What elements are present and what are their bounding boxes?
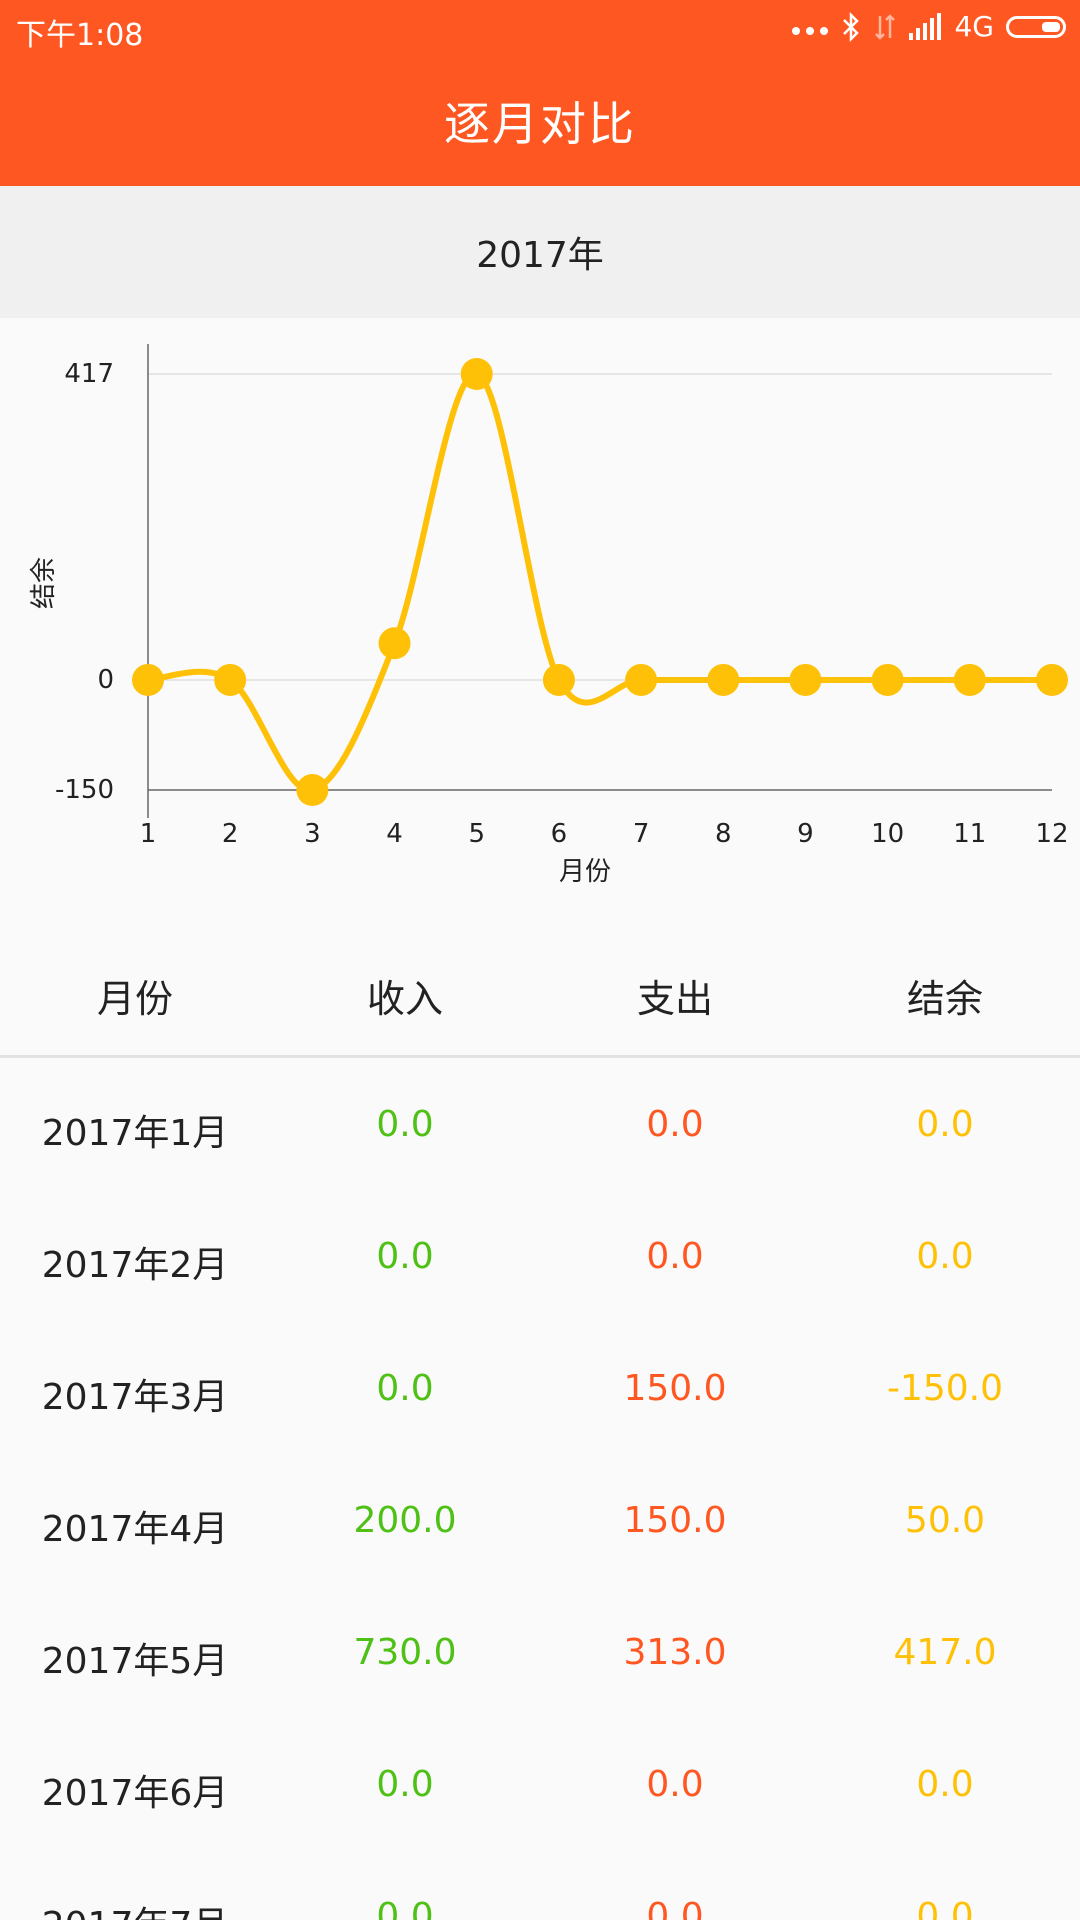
x-axis-title: 月份 [559, 857, 611, 887]
page-title: 逐月对比 [444, 97, 636, 151]
table-header: 月份 收入 支出 结余 [0, 930, 1080, 1058]
data-point [789, 663, 822, 696]
status-time: 下午1:08 [16, 18, 144, 53]
balance-cell: 0.0 [916, 1764, 974, 1805]
income-cell: 0.0 [376, 1236, 434, 1277]
x-tick-label: 11 [953, 819, 986, 849]
expense-cell: 0.0 [646, 1896, 704, 1920]
balance-cell: 50.0 [904, 1500, 986, 1541]
data-point [542, 663, 575, 696]
y-tick-label: 417 [64, 359, 114, 389]
balance-cell: 417.0 [893, 1632, 997, 1673]
data-point [707, 663, 740, 696]
x-tick-label: 7 [633, 819, 650, 849]
income-cell: 0.0 [376, 1368, 434, 1409]
table-row[interactable]: 2017年6月 0.0 0.0 0.0 [0, 1720, 1080, 1852]
expense-cell: 0.0 [646, 1104, 704, 1145]
header-balance: 结余 [906, 977, 983, 1021]
series-line [147, 371, 1052, 794]
table-row[interactable]: 2017年2月 0.0 0.0 0.0 [0, 1192, 1080, 1324]
x-tick-label: 3 [304, 819, 321, 849]
balance-cell: 0.0 [916, 1896, 974, 1920]
x-tick-label: 6 [551, 819, 568, 849]
year-label: 2017年 [476, 235, 604, 276]
x-tick-label: 2 [222, 819, 239, 849]
x-tick-label: 4 [386, 819, 403, 849]
month-cell: 2017年5月 [41, 1641, 229, 1682]
x-tick-label: 8 [715, 819, 732, 849]
status-icons: 4G [792, 10, 1066, 43]
month-cell: 2017年6月 [41, 1773, 229, 1814]
table-row[interactable]: 2017年1月 0.0 0.0 0.0 [0, 1060, 1080, 1192]
month-table[interactable]: 2017年1月 0.0 0.0 0.0 2017年2月 0.0 0.0 0.0 2017年3月 0… [0, 1060, 1080, 1920]
table-row[interactable]: 2017年7月 0.0 0.0 0.0 [0, 1852, 1080, 1920]
signal-icon [909, 12, 942, 40]
data-point [625, 663, 658, 696]
data-point [132, 663, 164, 696]
data-point [871, 663, 904, 696]
data-point [296, 774, 329, 806]
balance-cell: -150.0 [886, 1368, 1004, 1409]
income-cell: 0.0 [376, 1764, 434, 1805]
data-point [1036, 663, 1068, 696]
header-expense: 支出 [636, 977, 713, 1021]
income-cell: 730.0 [353, 1632, 457, 1673]
table-row[interactable]: 2017年4月 200.0 150.0 50.0 [0, 1456, 1080, 1588]
balance-cell: 0.0 [916, 1236, 974, 1277]
table-row[interactable]: 2017年5月 730.0 313.0 417.0 [0, 1588, 1080, 1720]
data-point [214, 663, 247, 696]
income-cell: 0.0 [376, 1896, 434, 1920]
battery-icon [1006, 15, 1066, 38]
x-tick-label: 12 [1035, 819, 1068, 849]
month-cell: 2017年2月 [41, 1245, 229, 1286]
app-bar: 逐月对比 [0, 56, 1080, 186]
data-point [460, 358, 493, 390]
x-tick-label: 9 [797, 819, 814, 849]
month-cell: 2017年7月 [0, 1896, 270, 1920]
data-arrows-icon [875, 13, 896, 40]
expense-cell: 313.0 [623, 1632, 727, 1673]
header-month: 月份 [96, 977, 173, 1021]
x-tick-label: 5 [468, 819, 485, 849]
income-cell: 0.0 [376, 1104, 434, 1145]
chart-svg: 4170-1501 2 3 4 5 6 7 8 9 10 11 12月份结余 [29, 344, 1069, 887]
data-point [953, 663, 986, 696]
income-cell: 200.0 [353, 1500, 457, 1541]
y-tick-label: -150 [55, 775, 114, 805]
header-income: 收入 [366, 977, 443, 1021]
y-tick-label: 0 [97, 665, 114, 695]
y-axis-title: 结余 [29, 557, 59, 609]
bluetooth-icon [843, 11, 860, 42]
month-cell: 2017年1月 [41, 1113, 229, 1154]
month-cell: 2017年4月 [41, 1509, 229, 1550]
expense-cell: 0.0 [646, 1236, 704, 1277]
month-cell: 2017年3月 [41, 1377, 229, 1418]
expense-cell: 150.0 [623, 1368, 727, 1409]
year-selector[interactable]: 2017年 [0, 186, 1080, 318]
expense-cell: 0.0 [646, 1764, 704, 1805]
more-dots-icon [792, 26, 829, 35]
table-row[interactable]: 2017年3月 0.0 150.0 -150.0 [0, 1324, 1080, 1456]
network-type: 4G [954, 10, 994, 43]
data-point [378, 627, 411, 660]
balance-cell: 0.0 [916, 1104, 974, 1145]
expense-cell: 150.0 [623, 1500, 727, 1541]
x-tick-label: 10 [871, 819, 904, 849]
status-bar: 下午1:08 4G [0, 0, 1080, 56]
balance-line-chart: 417 0 -150 1 2 3 4 5 6 7 8 9 10 11 12 月份 结余 [0, 318, 1080, 918]
x-tick-label: 1 [140, 819, 157, 849]
